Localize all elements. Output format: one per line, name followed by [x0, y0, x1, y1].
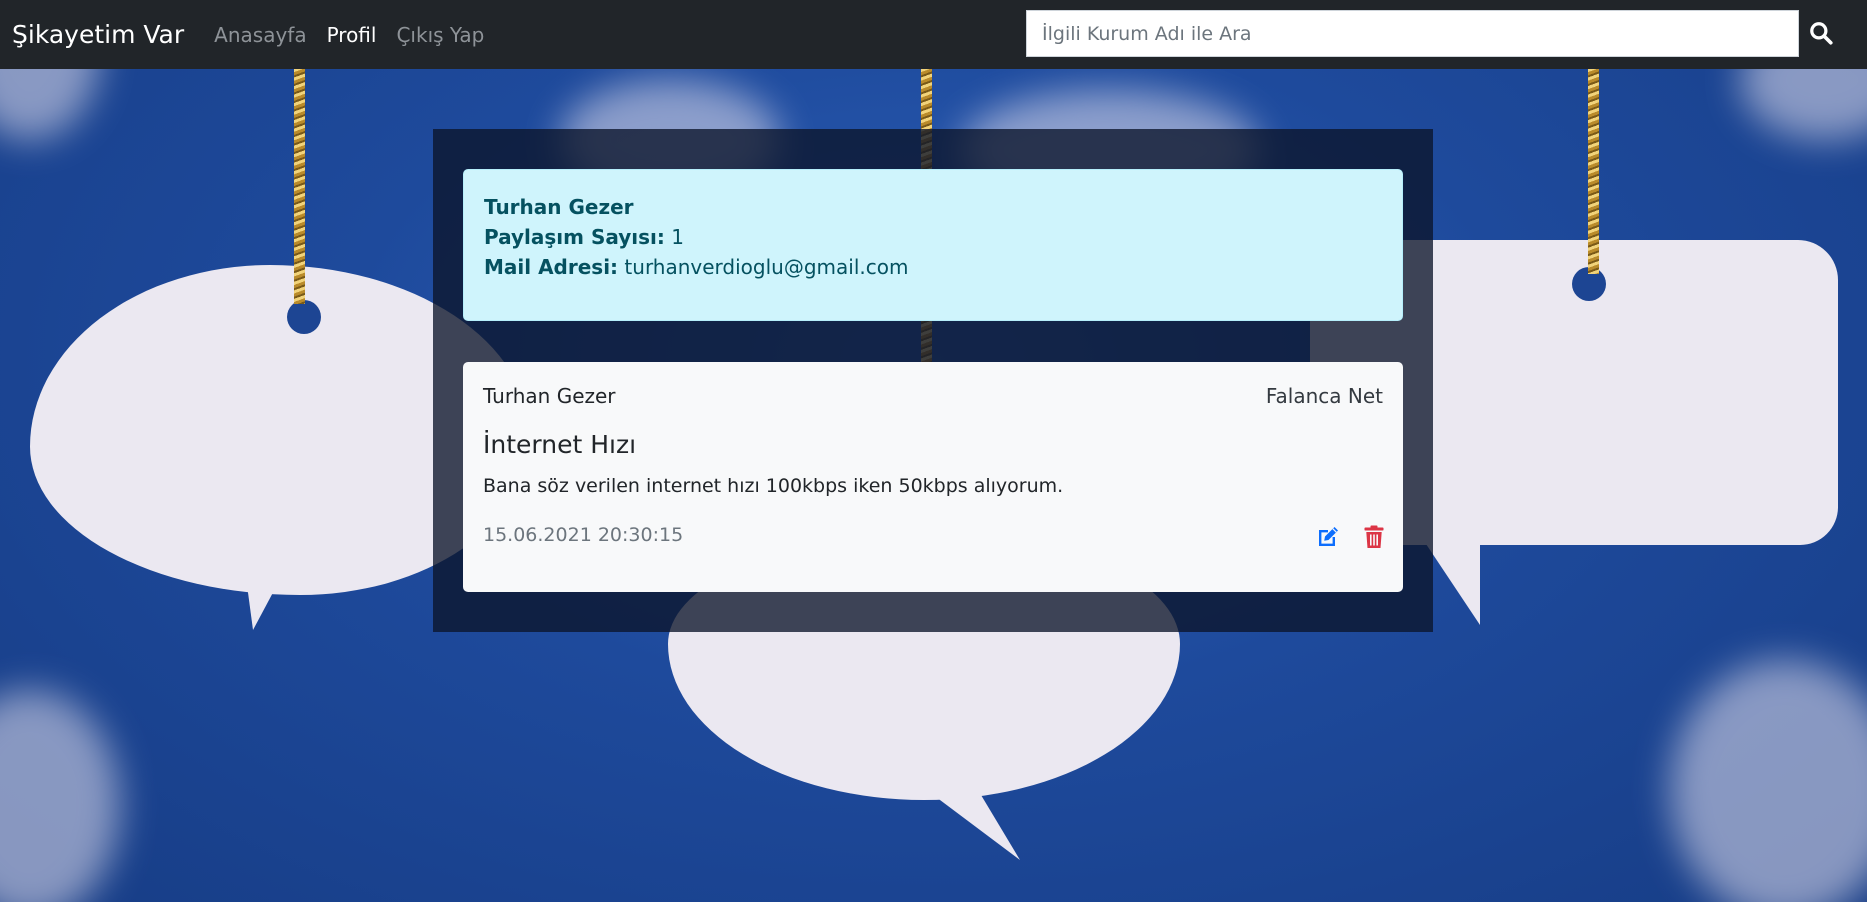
search-icon: [1810, 22, 1833, 45]
edit-icon: [1319, 527, 1338, 546]
top-navbar: Şikayetim Var Anasayfa Profil Çıkış Yap: [0, 0, 1867, 69]
complaint-author: Turhan Gezer: [483, 384, 616, 408]
complaint-text: Bana söz verilen internet hızı 100kbps i…: [483, 475, 1064, 497]
complaint-title: İnternet Hızı: [483, 430, 637, 459]
profile-email-row: Mail Adresi: turhanverdioglu@gmail.com: [484, 252, 1382, 282]
trash-icon: [1364, 525, 1384, 548]
search-form: [1026, 10, 1799, 57]
nav-link-logout[interactable]: Çıkış Yap: [396, 23, 484, 47]
search-input[interactable]: [1026, 10, 1799, 57]
delete-button[interactable]: [1364, 525, 1384, 549]
complaint-company[interactable]: Falanca Net: [1266, 384, 1383, 408]
complaint-date: 15.06.2021 20:30:15: [483, 524, 684, 546]
profile-name: Turhan Gezer: [484, 195, 634, 219]
post-count-label: Paylaşım Sayısı:: [484, 225, 665, 249]
complaint-card: Turhan Gezer Falanca Net İnternet Hızı B…: [463, 362, 1403, 592]
profile-name-row: Turhan Gezer: [484, 192, 1382, 222]
post-count-value: 1: [671, 225, 684, 249]
search-button[interactable]: [1808, 20, 1834, 46]
edit-button[interactable]: [1316, 525, 1340, 549]
email-value: turhanverdioglu@gmail.com: [624, 255, 909, 279]
nav-link-home[interactable]: Anasayfa: [214, 23, 306, 47]
profile-post-count-row: Paylaşım Sayısı: 1: [484, 222, 1382, 252]
email-label: Mail Adresi:: [484, 255, 619, 279]
main-panel: Turhan Gezer Paylaşım Sayısı: 1 Mail Adr…: [433, 129, 1433, 632]
profile-info-card: Turhan Gezer Paylaşım Sayısı: 1 Mail Adr…: [463, 169, 1403, 321]
brand-logo[interactable]: Şikayetim Var: [12, 20, 184, 49]
nav-link-profile[interactable]: Profil: [327, 23, 377, 47]
